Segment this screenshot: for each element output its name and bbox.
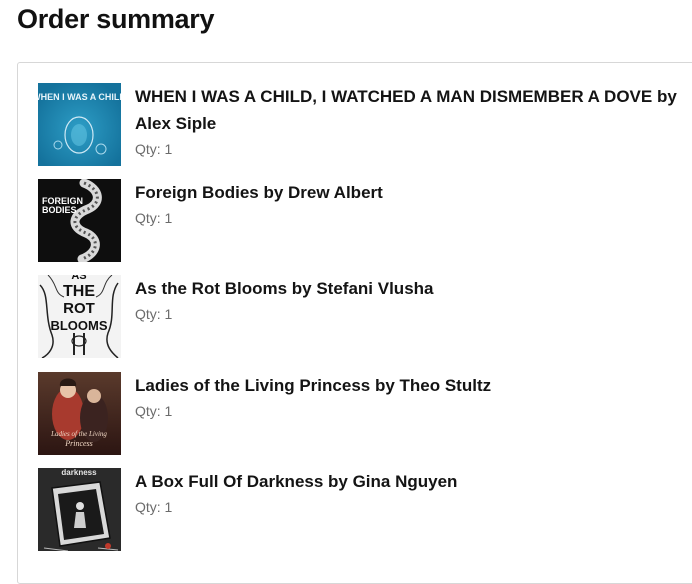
item-quantity: Qty: 1	[135, 403, 173, 419]
item-title: Foreign Bodies by Drew Albert	[135, 183, 383, 202]
item-quantity: Qty: 1	[135, 210, 173, 226]
item-title: A Box Full Of Darkness by Gina Nguyen	[135, 472, 458, 491]
order-summary-card: WHEN I WAS A CHILD WHEN I WAS A CHILD, I…	[17, 62, 692, 584]
book-cover-image: AS THE ROT BLOOMS	[38, 275, 121, 358]
cover-title-text: Princess	[64, 439, 93, 448]
item-quantity: Qty: 1	[135, 141, 173, 157]
item-quantity: Qty: 1	[135, 306, 173, 322]
book-cover-image: darkness	[38, 468, 121, 551]
item-quantity: Qty: 1	[135, 499, 173, 515]
cover-title-text: WHEN I WAS A CHILD	[38, 92, 121, 102]
item-title: WHEN I WAS A CHILD, I WATCHED A MAN DISM…	[135, 87, 677, 133]
page-title: Order summary	[17, 4, 215, 34]
cover-title-text: BLOOMS	[50, 318, 107, 333]
item-title: As the Rot Blooms by Stefani Vlusha	[135, 279, 434, 298]
book-cover-image: WHEN I WAS A CHILD	[38, 83, 121, 166]
cover-title-text: darkness	[61, 468, 97, 477]
cover-title-text: AS	[71, 275, 86, 282]
book-cover-image: FOREIGN BODIES	[38, 179, 121, 262]
book-cover-image: Ladies of the Living Princess	[38, 372, 121, 455]
cover-title-text: THE	[63, 283, 95, 300]
item-title: Ladies of the Living Princess by Theo St…	[135, 376, 492, 395]
cover-title-text: ROT	[63, 300, 95, 317]
cover-title-text: Ladies of the Living	[50, 430, 107, 438]
cover-title-text: BODIES	[42, 205, 77, 215]
